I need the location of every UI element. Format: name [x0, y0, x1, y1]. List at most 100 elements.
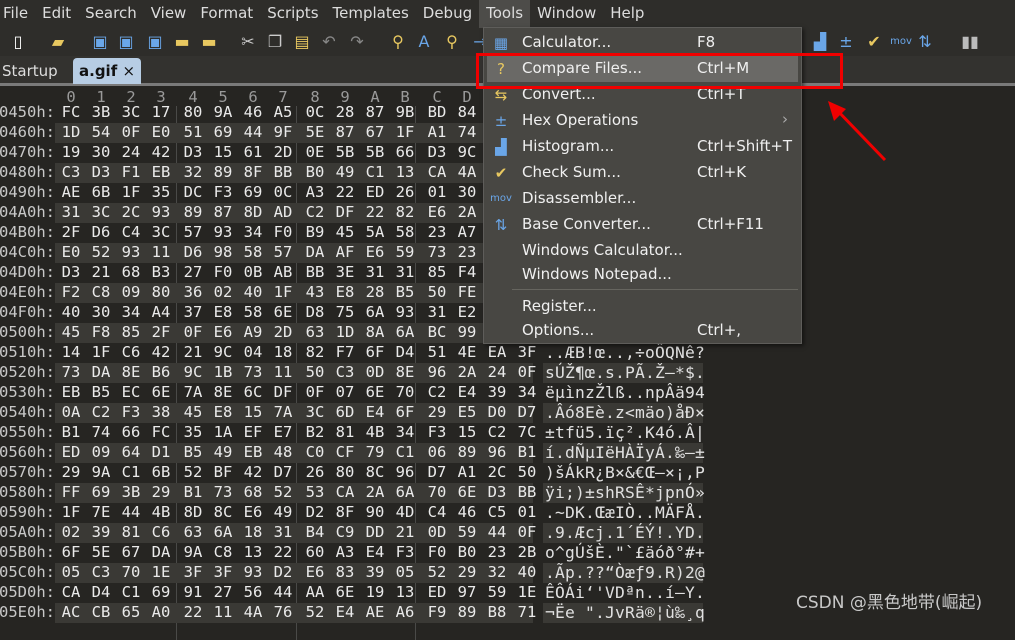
- menu-format[interactable]: Format: [193, 0, 260, 28]
- hex-byte[interactable]: 66: [390, 143, 420, 161]
- hex-byte[interactable]: 84: [452, 103, 482, 121]
- hex-byte[interactable]: 23: [422, 223, 452, 241]
- hex-byte[interactable]: 32: [178, 163, 208, 181]
- hex-byte[interactable]: 3F: [512, 343, 542, 361]
- ascii-text[interactable]: .9.Æcj.1´ÉÝ!.YD.: [545, 523, 705, 542]
- hex-byte[interactable]: 24: [482, 363, 512, 381]
- menu-item-windows-notepad[interactable]: Windows Notepad...: [487, 262, 798, 288]
- hex-byte[interactable]: 2A: [452, 363, 482, 381]
- menu-templates[interactable]: Templates: [326, 0, 416, 28]
- hex-byte[interactable]: 46: [238, 103, 268, 121]
- hex-byte[interactable]: 49: [330, 163, 360, 181]
- hex-byte[interactable]: 31: [390, 263, 420, 281]
- hex-byte[interactable]: A3: [330, 543, 360, 561]
- hex-byte[interactable]: 53: [300, 483, 330, 501]
- hex-byte[interactable]: 44: [268, 583, 298, 601]
- hex-byte[interactable]: D7: [422, 463, 452, 481]
- hex-byte[interactable]: F3: [390, 543, 420, 561]
- hex-byte[interactable]: 8E: [116, 363, 146, 381]
- hex-byte[interactable]: B6: [146, 363, 176, 381]
- hex-byte[interactable]: 3C: [300, 403, 330, 421]
- hex-byte[interactable]: E2: [452, 303, 482, 321]
- hex-byte[interactable]: 24: [116, 143, 146, 161]
- hex-byte[interactable]: 58: [390, 223, 420, 241]
- ascii-text[interactable]: ±tfü5.ïç².K4ó.Â|: [545, 423, 705, 442]
- hex-byte[interactable]: 23: [482, 543, 512, 561]
- hex-byte[interactable]: AA: [300, 583, 330, 601]
- hex-byte[interactable]: 8D: [178, 503, 208, 521]
- hex-byte[interactable]: 3B: [116, 483, 146, 501]
- hex-byte[interactable]: 6D: [330, 403, 360, 421]
- menu-file[interactable]: File: [0, 0, 35, 28]
- hex-byte[interactable]: 21: [86, 263, 116, 281]
- histogram-icon[interactable]: ▟: [810, 32, 830, 52]
- hex-byte[interactable]: B3: [146, 263, 176, 281]
- hex-byte[interactable]: 69: [208, 123, 238, 141]
- hex-byte[interactable]: A9: [238, 323, 268, 341]
- hex-byte[interactable]: 44: [238, 123, 268, 141]
- hex-byte[interactable]: 31: [56, 203, 86, 221]
- hex-byte[interactable]: 0C: [300, 103, 330, 121]
- disassembler-icon[interactable]: mov: [888, 32, 914, 52]
- hex-byte[interactable]: 40: [512, 563, 542, 581]
- find-in-files-icon[interactable]: ⚲: [442, 32, 462, 52]
- ascii-text[interactable]: í.dÑµIëHÀÏyÁ.‰–±: [545, 443, 705, 462]
- hex-byte[interactable]: 80: [330, 463, 360, 481]
- menu-item-check-sum[interactable]: ✔ Check Sum... Ctrl+K: [487, 160, 798, 186]
- hex-byte[interactable]: 9F: [268, 123, 298, 141]
- hex-byte[interactable]: 01: [422, 183, 452, 201]
- hex-byte[interactable]: C8: [86, 283, 116, 301]
- hex-byte[interactable]: 58: [238, 243, 268, 261]
- hex-byte[interactable]: 82: [300, 343, 330, 361]
- hex-byte[interactable]: B8: [482, 603, 512, 621]
- hex-byte[interactable]: AF: [330, 243, 360, 261]
- hex-byte[interactable]: DF: [268, 383, 298, 401]
- hex-byte[interactable]: E8: [208, 403, 238, 421]
- hex-byte[interactable]: 52: [300, 603, 330, 621]
- checksum-icon[interactable]: ✔: [864, 32, 884, 52]
- hex-byte[interactable]: 6F: [56, 543, 86, 561]
- hex-byte[interactable]: A1: [422, 123, 452, 141]
- hex-byte[interactable]: 93: [146, 203, 176, 221]
- ascii-text[interactable]: ¬Ëe ".JvRä®¦ù‰¸q: [545, 603, 705, 622]
- hex-byte[interactable]: C3: [330, 363, 360, 381]
- hex-byte[interactable]: 52: [268, 483, 298, 501]
- hex-byte[interactable]: E6: [238, 503, 268, 521]
- hex-byte[interactable]: 2D: [268, 143, 298, 161]
- hex-byte[interactable]: 8F: [238, 163, 268, 181]
- hex-byte[interactable]: C5: [482, 503, 512, 521]
- hex-byte[interactable]: 6B: [146, 463, 176, 481]
- hex-byte[interactable]: 1F: [86, 343, 116, 361]
- hex-byte[interactable]: D8: [300, 303, 330, 321]
- hex-byte[interactable]: 29: [56, 463, 86, 481]
- hex-byte[interactable]: 49: [208, 443, 238, 461]
- hex-byte[interactable]: 3C: [146, 223, 176, 241]
- hex-byte[interactable]: 59: [482, 583, 512, 601]
- ascii-text[interactable]: ÊÔÁi‘'VDªn..í—Y.: [545, 583, 705, 602]
- hex-byte[interactable]: 31: [360, 263, 390, 281]
- hex-operations-icon[interactable]: ±: [836, 32, 856, 52]
- hex-byte[interactable]: CA: [330, 483, 360, 501]
- hex-byte[interactable]: 75: [330, 303, 360, 321]
- hex-byte[interactable]: 97: [452, 583, 482, 601]
- hex-byte[interactable]: CA: [56, 583, 86, 601]
- hex-byte[interactable]: 39: [482, 383, 512, 401]
- hex-byte[interactable]: 9A: [178, 543, 208, 561]
- hex-byte[interactable]: EB: [56, 383, 86, 401]
- ascii-text[interactable]: sÚŽ¶œ.s.PÃ.Ž–*$.: [545, 363, 705, 382]
- hex-byte[interactable]: 13: [390, 583, 420, 601]
- hex-byte[interactable]: 50: [422, 283, 452, 301]
- menu-item-histogram[interactable]: ▟ Histogram... Ctrl+Shift+T: [487, 134, 798, 160]
- hex-byte[interactable]: B0: [300, 163, 330, 181]
- hex-byte[interactable]: A5: [268, 103, 298, 121]
- menu-item-base-converter[interactable]: ⇅ Base Converter... Ctrl+F11: [487, 212, 798, 238]
- hex-byte[interactable]: 31: [422, 303, 452, 321]
- hex-byte[interactable]: 99: [452, 323, 482, 341]
- hex-byte[interactable]: C4: [116, 223, 146, 241]
- hex-byte[interactable]: D3: [86, 163, 116, 181]
- hex-byte[interactable]: 85: [116, 323, 146, 341]
- hex-byte[interactable]: 14: [56, 343, 86, 361]
- hex-byte[interactable]: 8A: [360, 323, 390, 341]
- hex-byte[interactable]: E6: [300, 563, 330, 581]
- hex-byte[interactable]: 7A: [268, 403, 298, 421]
